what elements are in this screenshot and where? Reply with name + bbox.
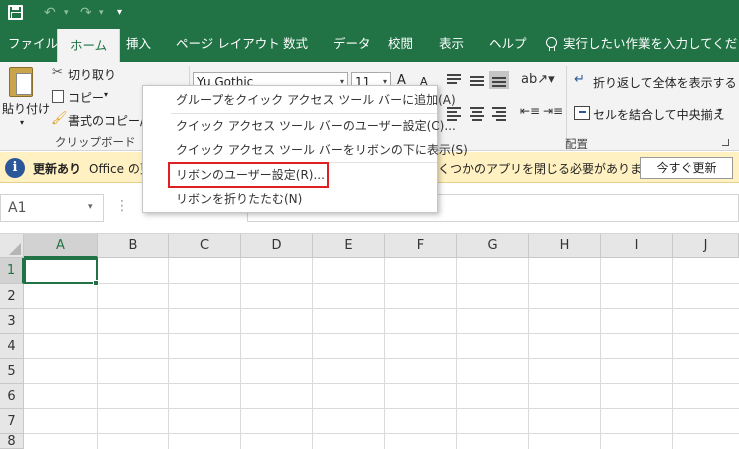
column-header-h[interactable]: H [529, 234, 601, 258]
align-right-icon[interactable] [492, 107, 506, 121]
grid-line [384, 258, 385, 449]
save-icon[interactable] [8, 5, 23, 20]
column-header-f[interactable]: F [385, 234, 457, 258]
grid-line [97, 258, 98, 449]
chevron-down-icon[interactable]: ▾ [88, 194, 93, 220]
paste-button-label[interactable]: 貼り付け [2, 100, 50, 117]
grid-line [168, 258, 169, 449]
format-painter-icon: 🖌 [51, 111, 68, 126]
column-header-b[interactable]: B [98, 234, 169, 258]
redo-dropdown-icon[interactable]: ▾ [99, 4, 104, 22]
formula-bar-grip: ⋮ [115, 198, 129, 214]
grid-line [600, 258, 601, 449]
highlight-box [168, 162, 329, 188]
tab-view[interactable]: 表示 [439, 26, 464, 62]
row-header-5[interactable]: 5 [0, 359, 24, 384]
menu-item-show-qat-below[interactable]: クイック アクセス ツール バーをリボンの下に表示(S) [143, 138, 468, 162]
alignment-dialog-launcher-icon[interactable] [722, 139, 729, 146]
tell-me-search[interactable]: 実行したい作業を入力してください [563, 26, 739, 62]
decrease-indent-icon[interactable]: ⇤≡ [520, 104, 540, 118]
tab-review[interactable]: 校閲 [388, 26, 413, 62]
alignment-group-label: 配置 [565, 137, 588, 151]
grid-line [240, 258, 241, 449]
tab-file[interactable]: ファイル [8, 26, 58, 62]
tab-help[interactable]: ヘルプ [489, 26, 527, 62]
infobar-message-right: くつかのアプリを閉じる必要があります。 [438, 162, 665, 176]
tab-page-layout[interactable]: ページ レイアウト [176, 26, 280, 62]
grid-line [24, 358, 739, 359]
grid-line [24, 308, 739, 309]
column-header-c[interactable]: C [169, 234, 241, 258]
active-cell[interactable] [24, 258, 98, 284]
grid-line [24, 283, 739, 284]
menu-item-collapse-ribbon[interactable]: リボンを折りたたむ(N) [143, 187, 437, 211]
lightbulb-icon [546, 37, 557, 51]
row-header-1[interactable]: 1 [0, 258, 24, 284]
undo-dropdown-icon[interactable]: ▾ [64, 4, 69, 22]
top-align-icon[interactable] [447, 74, 461, 86]
merge-dropdown-icon[interactable]: ▾ [718, 106, 722, 115]
select-all-corner[interactable] [0, 234, 24, 258]
group-separator [566, 66, 567, 146]
column-header-a[interactable]: A [24, 234, 98, 258]
tab-formulas[interactable]: 数式 [283, 26, 308, 62]
infobar-title: 更新あり [33, 162, 82, 176]
cut-button[interactable]: 切り取り [68, 66, 116, 83]
grid-line [312, 258, 313, 449]
orientation-icon[interactable]: ab↗▾ [521, 72, 555, 87]
increase-indent-icon[interactable]: ⇥≡ [543, 104, 563, 118]
ribbon-tabs: ファイル ホーム 挿入 ページ レイアウト 数式 データ 校閲 表示 ヘルプ 実… [0, 26, 739, 62]
ribbon-context-menu: グループをクイック アクセス ツール バーに追加(A) クイック アクセス ツー… [142, 85, 468, 213]
scissors-icon: ✂ [52, 65, 63, 80]
column-header-j[interactable]: J [673, 234, 739, 258]
info-icon: i [5, 158, 25, 178]
align-center-icon[interactable] [470, 107, 484, 121]
paste-dropdown-icon[interactable]: ▾ [20, 118, 24, 127]
grid-line [456, 258, 457, 449]
grid-line [24, 433, 739, 434]
row-header-6[interactable]: 6 [0, 384, 24, 409]
bottom-align-icon[interactable] [489, 71, 509, 89]
paste-icon[interactable] [9, 67, 33, 97]
column-header-d[interactable]: D [241, 234, 313, 258]
column-header-e[interactable]: E [313, 234, 385, 258]
merge-center-button[interactable]: セルを結合して中央揃え [593, 106, 725, 123]
copy-icon [52, 90, 64, 103]
title-bar: ↶ ▾ ↷ ▾ ▾ [0, 0, 739, 26]
grid-line [528, 258, 529, 449]
row-header-4[interactable]: 4 [0, 334, 24, 359]
customize-qat-icon[interactable]: ▾ [117, 4, 122, 22]
row-header-8[interactable]: 8 [0, 434, 24, 449]
merge-center-icon [574, 106, 590, 120]
fill-handle[interactable] [93, 280, 99, 286]
column-header-i[interactable]: I [601, 234, 673, 258]
tab-home[interactable]: ホーム [57, 29, 121, 62]
redo-icon[interactable]: ↷ [80, 4, 92, 22]
column-header-g[interactable]: G [457, 234, 529, 258]
copy-dropdown-icon[interactable]: ▾ [104, 90, 108, 99]
wrap-text-icon: ↵ [574, 72, 585, 87]
menu-item-customize-qat[interactable]: クイック アクセス ツール バーのユーザー設定(C)... [143, 114, 456, 138]
grid-line [672, 258, 673, 449]
undo-icon[interactable]: ↶ [44, 4, 56, 22]
grid-line [24, 383, 739, 384]
copy-button[interactable]: コピー [68, 89, 104, 106]
grid-line [24, 333, 739, 334]
update-now-button[interactable]: 今すぐ更新 [640, 157, 733, 179]
tab-data[interactable]: データ [333, 26, 371, 62]
grid-line [24, 408, 739, 409]
menu-item-add-group-to-qat[interactable]: グループをクイック アクセス ツール バーに追加(A) [143, 88, 456, 112]
middle-align-icon[interactable] [470, 74, 484, 86]
tab-insert[interactable]: 挿入 [126, 26, 151, 62]
wrap-text-button[interactable]: 折り返して全体を表示する [593, 74, 737, 91]
clipboard-group-label: クリップボード [55, 135, 136, 149]
worksheet-grid[interactable]: ABCDEFGHIJ 12345678 [0, 234, 739, 449]
row-header-2[interactable]: 2 [0, 284, 24, 309]
row-header-3[interactable]: 3 [0, 309, 24, 334]
row-header-7[interactable]: 7 [0, 409, 24, 434]
